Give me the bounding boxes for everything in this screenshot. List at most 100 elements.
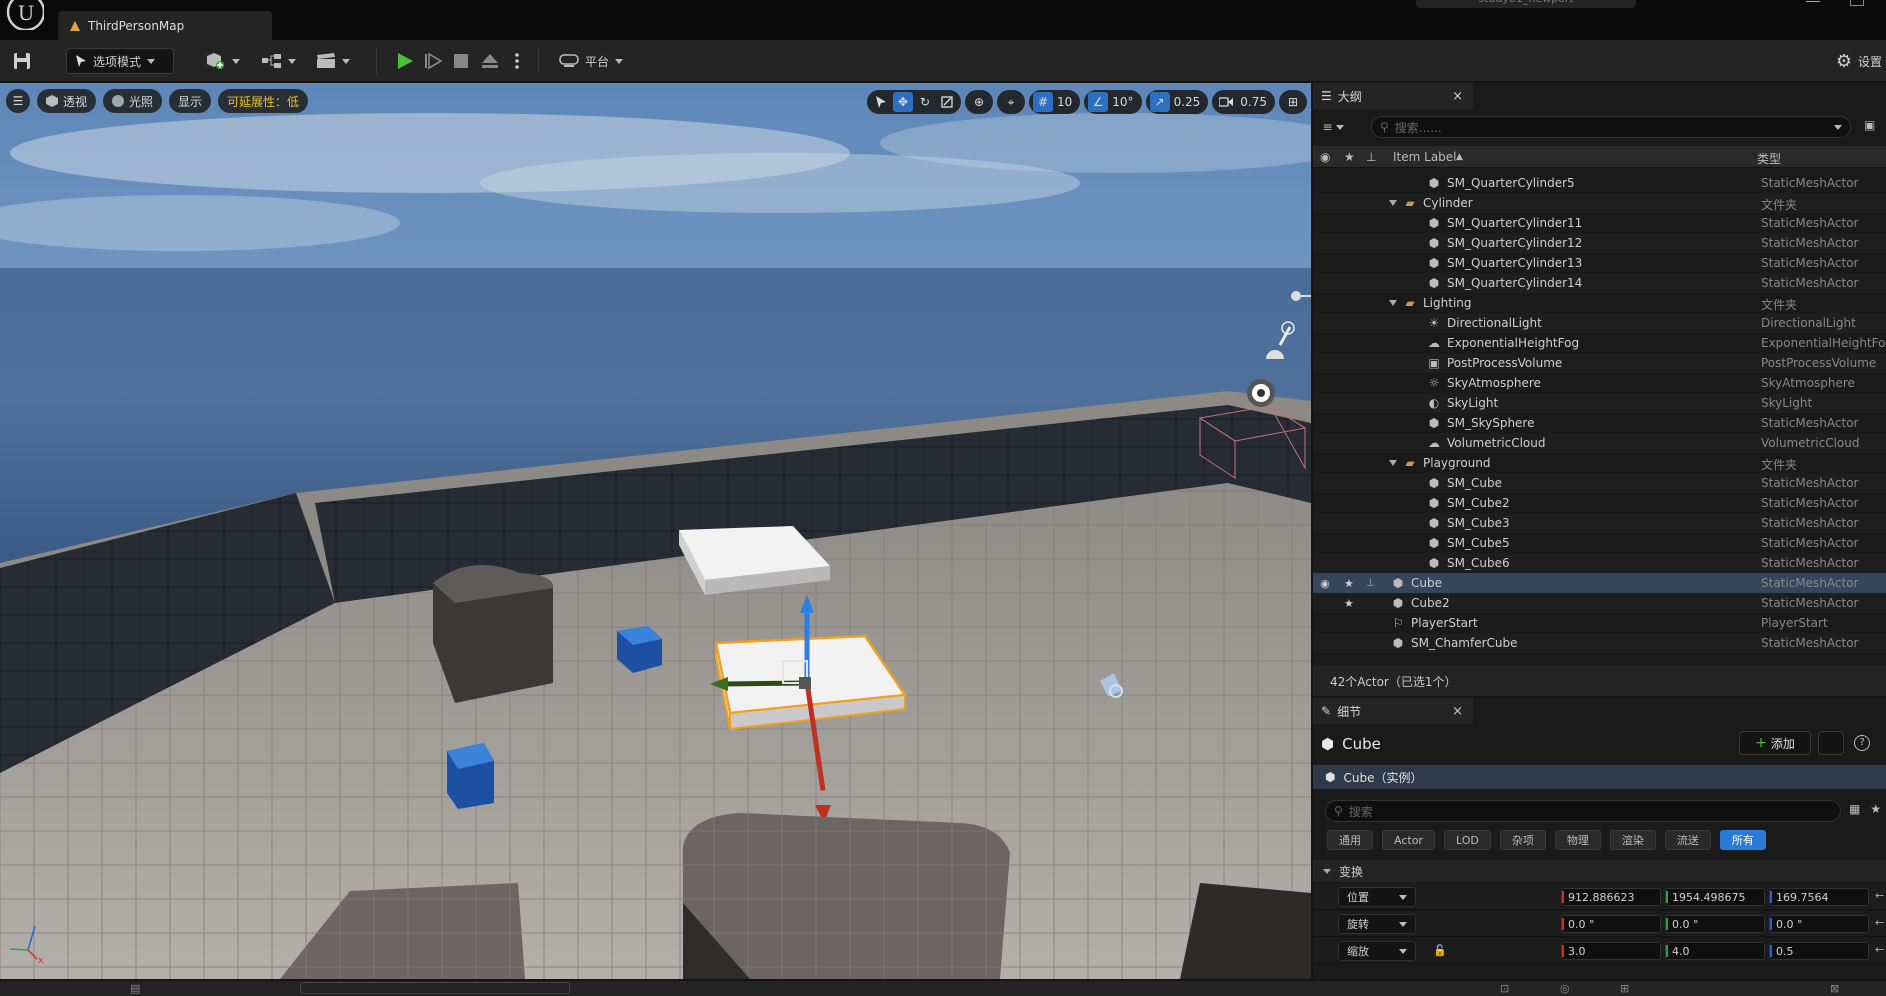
outliner-actor-row[interactable]: ⬢ SM_Cube StaticMeshActor: [1313, 473, 1886, 493]
reset-arrow-icon[interactable]: ←: [1875, 889, 1884, 902]
type-column[interactable]: 类型: [1757, 150, 1781, 167]
platform-button[interactable]: 平台: [559, 48, 624, 74]
mode-select-button[interactable]: 选项模式: [66, 48, 174, 74]
eject-icon[interactable]: [481, 52, 499, 70]
rotation-snap-value[interactable]: 10°: [1110, 95, 1137, 109]
scale-snap-value[interactable]: 0.25: [1172, 95, 1205, 109]
scene-render[interactable]: x: [0, 83, 1311, 979]
outliner-actor-row[interactable]: ⬢ SM_ChamferCube StaticMeshActor: [1313, 633, 1886, 653]
camera-speed-value[interactable]: 0.75: [1238, 95, 1271, 109]
scale-snap-button[interactable]: ↗: [1149, 92, 1170, 112]
scalability-button[interactable]: 可延展性：低: [218, 89, 309, 113]
category-filter-button[interactable]: 渲染: [1609, 830, 1656, 850]
revision-control-icon[interactable]: ⊠: [1830, 982, 1839, 995]
outliner-actor-row[interactable]: ☁ ExponentialHeightFog ExponentialHeightFo…: [1313, 333, 1886, 353]
pin-column-icon[interactable]: ⊥: [1366, 150, 1376, 164]
help-icon[interactable]: ?: [1854, 735, 1870, 751]
category-filter-button[interactable]: 流送: [1664, 830, 1711, 850]
outliner-search-input[interactable]: ⚲ 搜索......: [1371, 116, 1851, 138]
rotation-y-field[interactable]: 0.0 °: [1665, 915, 1765, 933]
scale-z-field[interactable]: 0.5: [1769, 942, 1869, 960]
component-instance-row[interactable]: ⬢ Cube（实例）: [1313, 765, 1886, 789]
expand-arrow-icon[interactable]: [1389, 300, 1397, 306]
rotate-mode-button[interactable]: ↻: [915, 92, 935, 112]
transform-section-header[interactable]: 变换: [1313, 860, 1886, 882]
expand-arrow-icon[interactable]: [1389, 460, 1397, 466]
scale-mode-button[interactable]: [937, 92, 957, 112]
outliner-actor-row[interactable]: ⬢ SM_Cube6 StaticMeshActor: [1313, 553, 1886, 573]
outliner-actor-row[interactable]: ⬢ SM_QuarterCylinder13 StaticMeshActor: [1313, 253, 1886, 273]
location-x-field[interactable]: 912.886623: [1561, 888, 1661, 906]
reset-arrow-icon[interactable]: ←: [1875, 916, 1884, 929]
category-filter-button[interactable]: Actor: [1382, 830, 1435, 850]
cinematics-button[interactable]: [316, 48, 350, 74]
add-folder-icon[interactable]: ▣: [1864, 118, 1882, 134]
outliner-actor-row[interactable]: ⬢ SM_QuarterCylinder11 StaticMeshActor: [1313, 213, 1886, 233]
outliner-folder-row[interactable]: ▰ Playground 文件夹: [1313, 453, 1886, 473]
location-dropdown[interactable]: 位置: [1338, 887, 1416, 907]
visibility-toggle-icon[interactable]: ◉: [1320, 577, 1330, 590]
category-filter-button[interactable]: 杂项: [1499, 830, 1546, 850]
add-content-button[interactable]: [206, 48, 240, 74]
rotation-snap-button[interactable]: ∠: [1088, 92, 1109, 112]
show-button[interactable]: 显示: [169, 89, 212, 113]
outliner-actor-row[interactable]: ☼ SkyAtmosphere SkyAtmosphere: [1313, 373, 1886, 393]
location-y-field[interactable]: 1954.498675: [1665, 888, 1765, 906]
outliner-actor-row[interactable]: ☁ VolumetricCloud VolumetricCloud: [1313, 433, 1886, 453]
viewport-menu-button[interactable]: ☰: [6, 89, 30, 113]
scale-dropdown[interactable]: 缩放: [1338, 941, 1416, 961]
visibility-column-icon[interactable]: ◉: [1320, 150, 1330, 164]
scale-x-field[interactable]: 3.0: [1561, 942, 1661, 960]
favorite-star-icon[interactable]: ★: [1344, 597, 1354, 610]
category-filter-button[interactable]: 物理: [1554, 830, 1601, 850]
minimize-button[interactable]: [1806, 0, 1820, 2]
save-icon[interactable]: [13, 52, 31, 70]
outliner-actor-row[interactable]: ◉ ⊥ ★ ⬢ Cube StaticMeshActor: [1313, 573, 1886, 593]
surface-snap-button[interactable]: ⌖: [1001, 92, 1021, 112]
pin-icon[interactable]: ⊥: [1366, 578, 1375, 589]
level-viewport[interactable]: x ☰ 透视 光照 显示 可延展性：低 ✥ ↻ ⊕ ⌖ # 10 ∠ 10° ↗…: [0, 83, 1311, 979]
derived-data-icon[interactable]: ◎: [1560, 982, 1570, 995]
blueprint-button[interactable]: [262, 48, 296, 74]
rotation-x-field[interactable]: 0.0 °: [1561, 915, 1661, 933]
expand-arrow-icon[interactable]: [1389, 200, 1397, 206]
output-log-icon[interactable]: ▤: [130, 982, 140, 995]
trace-icon[interactable]: ⊡: [1500, 982, 1509, 995]
outliner-tab[interactable]: ☰ 大纲 ×: [1313, 83, 1473, 109]
details-tab[interactable]: ✎ 细节 ×: [1313, 698, 1473, 724]
source-control-icon[interactable]: ⊞: [1620, 982, 1629, 995]
unreal-logo-icon[interactable]: U: [4, 0, 44, 30]
maximize-button[interactable]: [1850, 0, 1864, 6]
outliner-actor-row[interactable]: ⚐ PlayerStart PlayerStart: [1313, 613, 1886, 633]
outliner-actor-row[interactable]: ★ ⬢ Cube2 StaticMeshActor: [1313, 593, 1886, 613]
outliner-folder-row[interactable]: ▰ Lighting 文件夹: [1313, 293, 1886, 313]
location-z-field[interactable]: 169.7564: [1769, 888, 1869, 906]
post-process-icon[interactable]: [1247, 379, 1275, 407]
reset-arrow-icon[interactable]: ←: [1875, 943, 1884, 956]
stop-icon[interactable]: [452, 52, 470, 70]
favorite-column-icon[interactable]: ★: [1344, 150, 1355, 164]
world-space-button[interactable]: ⊕: [969, 92, 989, 112]
close-icon[interactable]: ×: [1452, 89, 1463, 104]
category-filter-button[interactable]: 所有: [1719, 830, 1766, 850]
category-filter-button[interactable]: 通用: [1327, 830, 1373, 850]
outliner-folder-row[interactable]: ▰ Cylinder 文件夹: [1313, 193, 1886, 213]
lock-icon[interactable]: 🔓: [1433, 944, 1447, 957]
more-options-icon[interactable]: [514, 52, 520, 70]
filter-button[interactable]: ≡: [1313, 115, 1353, 139]
favorite-star-icon[interactable]: ★: [1344, 577, 1354, 590]
table-view-icon[interactable]: ▦: [1849, 802, 1860, 816]
close-icon[interactable]: ×: [1452, 704, 1463, 719]
outliner-actor-row[interactable]: ⬢ SM_Cube5 StaticMeshActor: [1313, 533, 1886, 553]
outliner-actor-row[interactable]: ▣ PostProcessVolume PostProcessVolume: [1313, 353, 1886, 373]
viewport-layout-button[interactable]: ⊞: [1283, 92, 1303, 112]
grid-snap-button[interactable]: #: [1033, 92, 1053, 112]
outliner-actor-row[interactable]: ⬢ SM_Cube3 StaticMeshActor: [1313, 513, 1886, 533]
advance-frame-icon[interactable]: [424, 52, 442, 70]
outliner-actor-row[interactable]: ⬢ SM_Cube2 StaticMeshActor: [1313, 493, 1886, 513]
outliner-actor-row[interactable]: ☀ DirectionalLight DirectionalLight: [1313, 313, 1886, 333]
perspective-button[interactable]: 透视: [37, 89, 97, 113]
select-mode-button[interactable]: [871, 92, 891, 112]
grid-snap-value[interactable]: 10: [1055, 95, 1076, 109]
rotation-z-field[interactable]: 0.0 °: [1769, 915, 1869, 933]
